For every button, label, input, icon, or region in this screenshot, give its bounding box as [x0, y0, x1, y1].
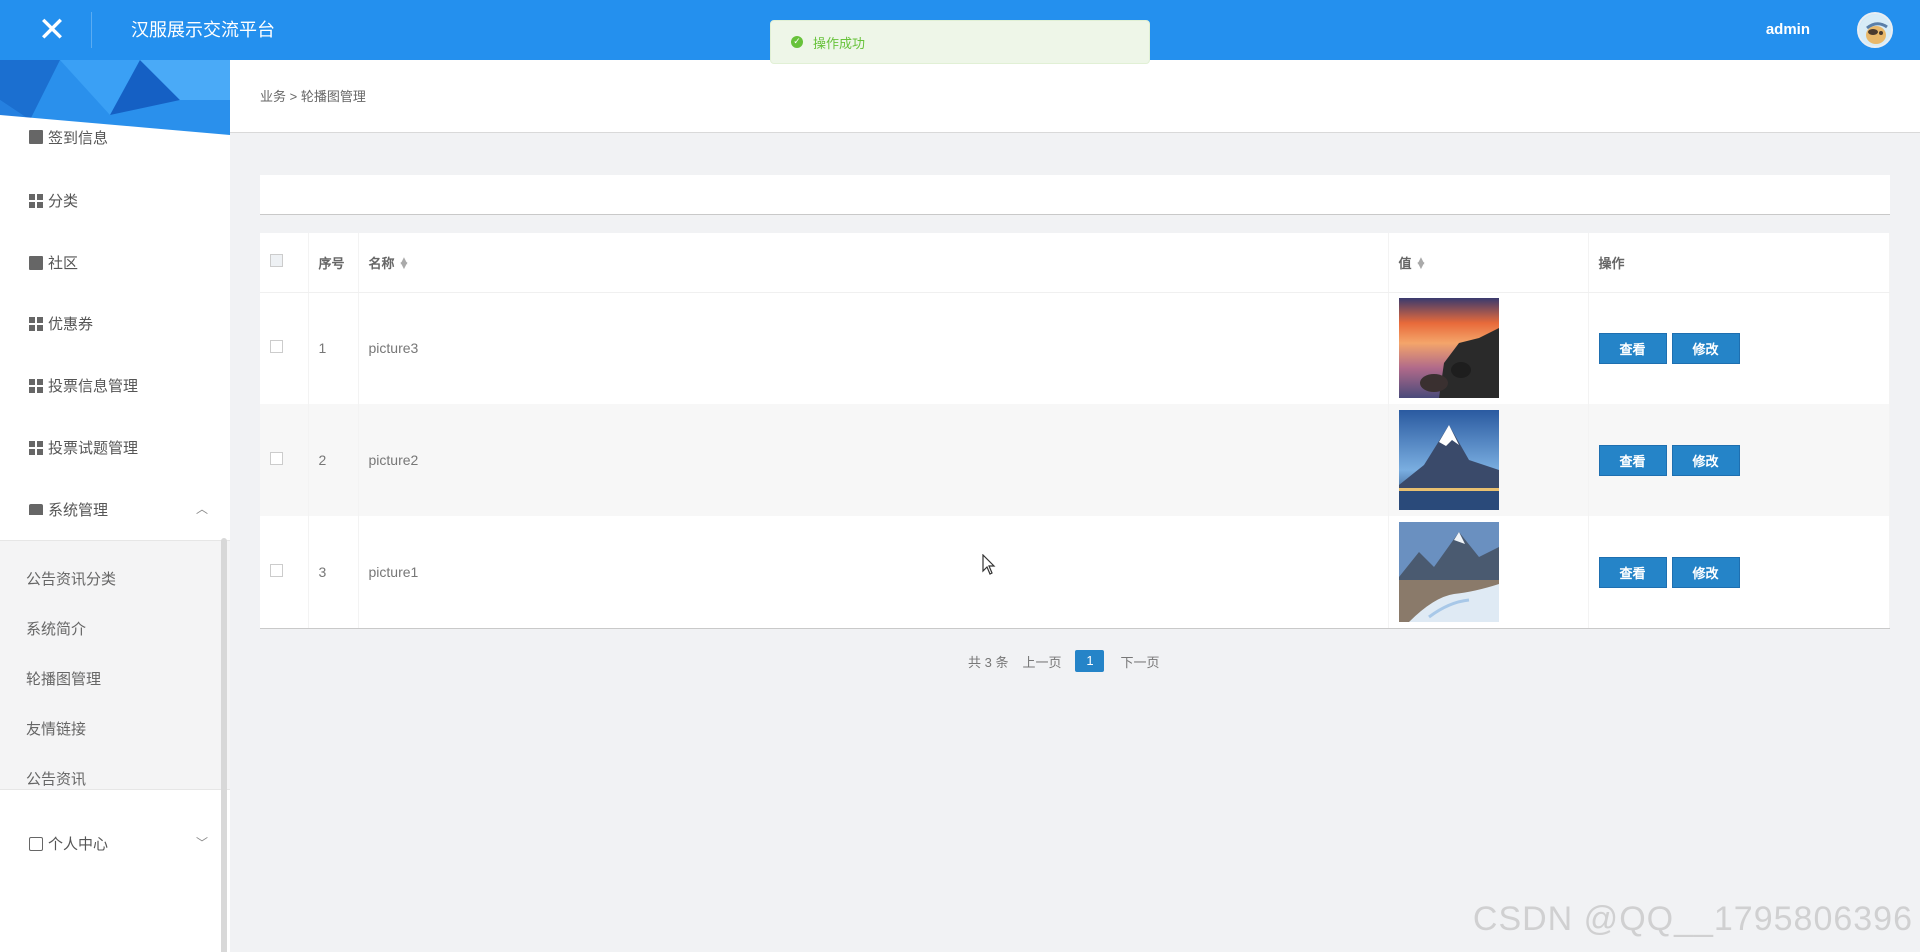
grid-icon	[29, 193, 43, 208]
edit-button[interactable]: 修改	[1671, 556, 1740, 588]
row-name: picture2	[358, 404, 1389, 516]
sidebar-scrollbar[interactable]	[221, 538, 227, 952]
table-row: 3 picture1 查看 修改	[260, 516, 1890, 628]
sidebar-item-label: 社区	[48, 255, 79, 272]
edit-button[interactable]: 修改	[1671, 444, 1740, 476]
carousel-table: 序号 名称 ▲ ▼ 值 ▲ ▼ 操作 1 picture3 查看 修改 2 pi…	[260, 233, 1890, 629]
avatar-image-icon	[1859, 14, 1891, 46]
server-icon	[29, 504, 43, 515]
row-image-cell	[1388, 404, 1589, 516]
chevron-down-icon[interactable]: ﹀	[196, 834, 208, 851]
header-index-label: 序号	[318, 255, 345, 271]
pagination: 共 3 条 上一页 1 下一页	[968, 650, 1174, 672]
row-image-cell	[1388, 292, 1589, 404]
breadcrumb: 业务 > 轮播图管理	[260, 89, 366, 104]
mouse-cursor-icon	[982, 554, 996, 575]
table-header-row: 序号 名称 ▲ ▼ 值 ▲ ▼ 操作	[260, 233, 1890, 293]
system-sub-menu: 公告资讯分类 系统简介 轮播图管理 友情链接 公告资讯	[0, 540, 230, 790]
sidebar-item-label: 投票信息管理	[48, 378, 139, 395]
row-checkbox-cell	[260, 292, 309, 404]
pager-prev[interactable]: 上一页	[1022, 652, 1061, 671]
close-icon: ✕	[37, 10, 67, 50]
sidebar-item-label: 个人中心	[48, 836, 109, 853]
edit-button[interactable]: 修改	[1671, 332, 1740, 364]
sidebar-item-community[interactable]: 社区	[29, 252, 78, 273]
row-actions: 查看 修改	[1588, 404, 1890, 516]
row-actions: 查看 修改	[1588, 516, 1890, 628]
header-select-all-cell	[260, 233, 309, 293]
thumbnail-mountain-lake[interactable]	[1398, 410, 1499, 510]
sidebar: 签到信息 分类 社区 优惠券 投票信息管理 投票试题管理 系统管理 ︿ 公告资讯…	[0, 60, 230, 952]
view-button[interactable]: 查看	[1598, 332, 1667, 364]
grid-icon	[29, 440, 43, 455]
checkin-icon	[29, 130, 43, 144]
grid-icon	[29, 378, 43, 393]
pager-page-1[interactable]: 1	[1075, 650, 1105, 672]
breadcrumb-bar: 业务 > 轮播图管理	[230, 60, 1920, 133]
sidebar-item-label: 优惠券	[48, 316, 94, 333]
row-checkbox[interactable]	[270, 564, 283, 577]
card-icon	[29, 836, 43, 851]
row-checkbox-cell	[260, 516, 309, 628]
sidebar-item-vote-questions[interactable]: 投票试题管理	[29, 437, 138, 458]
check-circle-icon: ✓	[791, 36, 803, 48]
app-title: 汉服展示交流平台	[131, 20, 275, 40]
table-row: 2 picture2 查看 修改	[260, 404, 1890, 516]
watermark: CSDN @QQ__1795806396	[1472, 900, 1913, 938]
sidebar-item-label: 签到信息	[48, 129, 109, 147]
sidebar-item-checkin[interactable]: 签到信息	[29, 128, 108, 146]
sub-item-system-intro[interactable]: 系统简介	[26, 618, 86, 639]
toast-message: 操作成功	[813, 35, 866, 51]
sidebar-item-coupon[interactable]: 优惠券	[29, 313, 93, 334]
row-index: 2	[308, 404, 359, 516]
sidebar-item-personal-center[interactable]: 个人中心	[29, 833, 108, 854]
sub-item-carousel[interactable]: 轮播图管理	[26, 668, 101, 689]
row-checkbox[interactable]	[270, 452, 283, 465]
success-toast: ✓ 操作成功	[770, 20, 1150, 64]
sidebar-item-vote-info[interactable]: 投票信息管理	[29, 375, 138, 396]
header-actions: 操作	[1588, 233, 1890, 293]
sidebar-item-label: 分类	[48, 193, 79, 210]
thumbnail-snowy-river[interactable]	[1398, 522, 1499, 622]
sidebar-item-system[interactable]: 系统管理	[29, 499, 108, 520]
header-index: 序号	[308, 233, 359, 293]
sub-item-friend-links[interactable]: 友情链接	[26, 718, 86, 739]
header-value[interactable]: 值 ▲ ▼	[1388, 233, 1589, 293]
row-index: 1	[308, 292, 359, 404]
header-name-label: 名称	[368, 255, 395, 271]
avatar[interactable]	[1857, 12, 1893, 48]
pager-next[interactable]: 下一页	[1120, 652, 1159, 671]
header-name[interactable]: 名称 ▲ ▼	[358, 233, 1389, 293]
user-name[interactable]: admin	[1766, 0, 1810, 60]
select-all-checkbox[interactable]	[270, 254, 283, 268]
sidebar-banner	[0, 60, 230, 135]
sidebar-item-label: 系统管理	[48, 502, 109, 519]
close-sidebar-button[interactable]: ✕	[0, 0, 104, 60]
topbar-divider	[91, 12, 92, 48]
row-checkbox-cell	[260, 404, 309, 516]
table-row: 1 picture3 查看 修改	[260, 292, 1890, 404]
chevron-up-icon[interactable]: ︿	[196, 500, 208, 517]
view-button[interactable]: 查看	[1598, 444, 1667, 476]
sub-item-notices[interactable]: 公告资讯	[26, 768, 86, 789]
row-name: picture3	[358, 292, 1389, 404]
sidebar-item-label: 投票试题管理	[48, 440, 139, 457]
grid-icon	[29, 316, 43, 331]
row-name: picture1	[358, 516, 1389, 628]
sub-item-notice-category[interactable]: 公告资讯分类	[26, 568, 116, 589]
sort-icon[interactable]: ▲ ▼	[401, 257, 408, 271]
row-actions: 查看 修改	[1588, 292, 1890, 404]
book-icon	[29, 255, 43, 270]
view-button[interactable]: 查看	[1598, 556, 1667, 588]
row-checkbox[interactable]	[270, 340, 283, 354]
thumbnail-sunset-rocks[interactable]	[1398, 298, 1499, 399]
search-strip	[260, 175, 1890, 215]
row-image-cell	[1388, 516, 1589, 628]
sidebar-item-category[interactable]: 分类	[29, 190, 78, 211]
header-value-label: 值	[1398, 255, 1412, 271]
pager-total: 共 3 条	[968, 654, 1009, 670]
sort-icon[interactable]: ▲ ▼	[1418, 257, 1425, 271]
row-index: 3	[308, 516, 359, 628]
header-actions-label: 操作	[1598, 255, 1625, 271]
